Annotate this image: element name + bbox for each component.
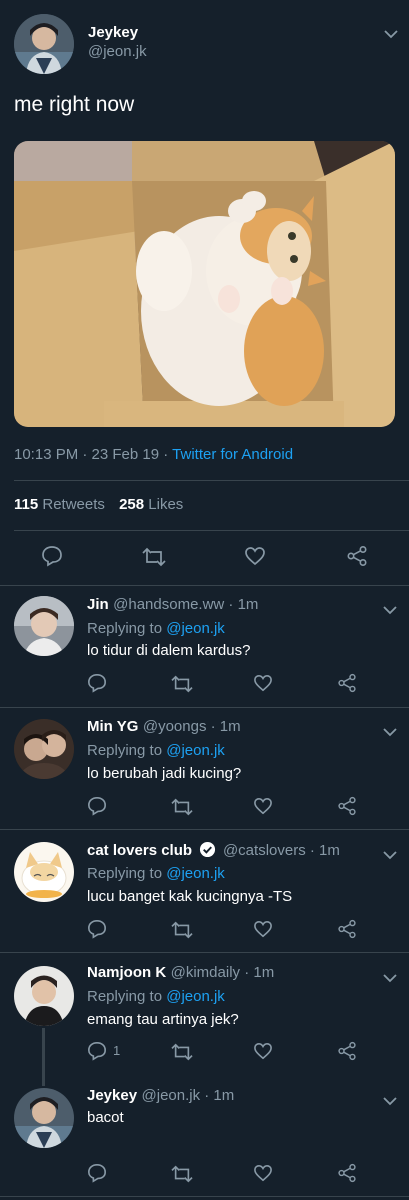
reply-icon[interactable]: [87, 919, 107, 939]
likes-label[interactable]: Likes: [148, 496, 183, 513]
reply-text: lucu banget kak kucingnya -TS: [87, 888, 293, 905]
replying-label: Replying to: [87, 742, 167, 759]
avatar[interactable]: [14, 596, 74, 656]
share-icon[interactable]: [337, 1163, 357, 1183]
reply-author-handle[interactable]: @catslovers · 1m: [223, 842, 340, 859]
avatar[interactable]: [14, 1088, 74, 1148]
divider: [0, 952, 409, 953]
share-icon[interactable]: [337, 673, 357, 693]
divider: [0, 585, 409, 586]
author-handle[interactable]: @jeon.jk: [88, 43, 147, 60]
retweet-icon[interactable]: [170, 674, 194, 694]
reply-author-handle[interactable]: @yoongs · 1m: [143, 718, 241, 735]
reply-author-name[interactable]: Min YG: [87, 718, 138, 735]
reply-text: lo berubah jadi kucing?: [87, 765, 242, 782]
like-icon[interactable]: [253, 920, 273, 938]
retweet-icon[interactable]: [170, 920, 194, 940]
replying-to-link[interactable]: @jeon.jk: [166, 988, 225, 1005]
reply-icon[interactable]: [87, 673, 107, 693]
divider: [0, 829, 409, 830]
like-icon[interactable]: [253, 1042, 273, 1060]
replying-label: Replying to: [87, 620, 167, 637]
retweet-icon[interactable]: [170, 1164, 194, 1184]
reply-author-handle[interactable]: @handsome.ww · 1m: [113, 596, 258, 613]
share-icon[interactable]: [337, 919, 357, 939]
reply-text: lo tidur di dalem kardus?: [87, 642, 251, 659]
chevron-down-icon[interactable]: [383, 847, 397, 860]
tweet-timestamp: 10:13 PM · 23 Feb 19 · Twitter for Andro…: [14, 446, 293, 463]
reply-text: emang tau artinya jek?: [87, 1011, 239, 1028]
avatar[interactable]: [14, 842, 74, 902]
reply-icon[interactable]: [87, 1163, 107, 1183]
reply-author-name[interactable]: Jeykey: [87, 1087, 137, 1104]
chevron-down-icon[interactable]: [383, 602, 397, 615]
reply-icon[interactable]: [87, 1041, 107, 1061]
retweets-count[interactable]: 115: [14, 496, 38, 513]
chevron-down-icon[interactable]: [383, 970, 397, 983]
divider: [14, 480, 409, 481]
like-icon[interactable]: [253, 674, 273, 692]
reply-author-name[interactable]: Jin: [87, 596, 109, 613]
reply-author-handle[interactable]: @jeon.jk · 1m: [142, 1087, 235, 1104]
retweet-icon[interactable]: [170, 1042, 194, 1062]
chevron-down-icon[interactable]: [383, 1093, 397, 1106]
author-name[interactable]: Jeykey: [88, 24, 138, 41]
replying-label: Replying to: [87, 865, 167, 882]
retweet-icon[interactable]: [170, 797, 194, 817]
tweet-image[interactable]: [14, 141, 395, 427]
tweet-stats: 115 Retweets 258 Likes: [14, 496, 183, 513]
replying-to-link[interactable]: @jeon.jk: [166, 865, 225, 882]
verified-badge-icon: [199, 841, 216, 863]
reply-icon[interactable]: [41, 545, 63, 567]
avatar[interactable]: [14, 14, 74, 74]
reply-count: 1: [113, 1043, 121, 1058]
retweets-label[interactable]: Retweets: [42, 496, 105, 513]
tweet-time: 10:13 PM · 23 Feb 19 ·: [14, 446, 173, 463]
avatar[interactable]: [14, 719, 74, 779]
like-icon[interactable]: [253, 1164, 273, 1182]
like-icon[interactable]: [253, 797, 273, 815]
chevron-down-icon[interactable]: [383, 724, 397, 737]
avatar[interactable]: [14, 966, 74, 1026]
reply-author-name[interactable]: Namjoon K: [87, 964, 166, 981]
share-icon[interactable]: [346, 545, 368, 567]
divider: [0, 707, 409, 708]
likes-count[interactable]: 258: [119, 496, 144, 513]
thread-line: [42, 1028, 45, 1086]
share-icon[interactable]: [337, 796, 357, 816]
reply-author-name[interactable]: cat lovers club: [87, 842, 192, 859]
share-icon[interactable]: [337, 1041, 357, 1061]
reply-icon[interactable]: [87, 796, 107, 816]
like-icon[interactable]: [244, 546, 266, 566]
divider: [14, 530, 409, 531]
reply-author-handle[interactable]: @kimdaily · 1m: [171, 964, 275, 981]
tweet-source-link[interactable]: Twitter for Android: [172, 446, 293, 463]
divider: [0, 1196, 409, 1197]
chevron-down-icon[interactable]: [384, 26, 398, 39]
replying-label: Replying to: [87, 988, 167, 1005]
replying-to-link[interactable]: @jeon.jk: [166, 742, 225, 759]
reply-text: bacot: [87, 1109, 124, 1126]
tweet-text: me right now: [14, 93, 135, 116]
retweet-icon[interactable]: [141, 546, 167, 568]
replying-to-link[interactable]: @jeon.jk: [166, 620, 225, 637]
